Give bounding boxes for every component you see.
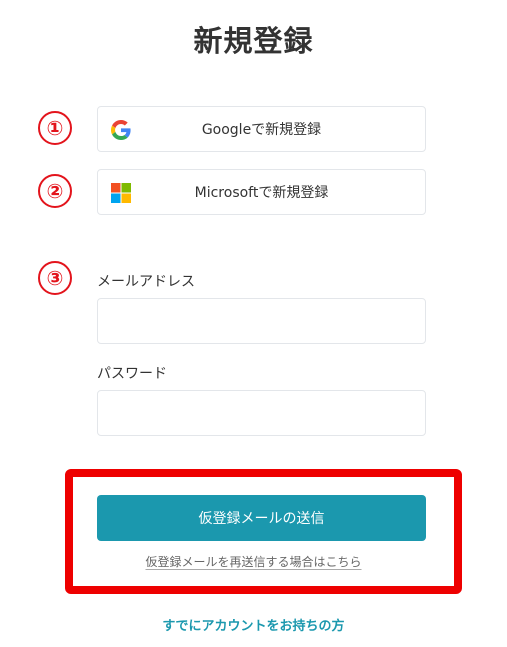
resend-email-link[interactable]: 仮登録メールを再送信する場合はこちら (145, 555, 361, 569)
existing-account-login-link[interactable]: すでにアカウントをお持ちの方 (162, 619, 344, 634)
resend-link-container: 仮登録メールを再送信する場合はこちら (0, 553, 507, 570)
google-icon (110, 119, 132, 141)
annotation-marker-1: ① (38, 111, 72, 145)
annotation-marker-2: ② (38, 174, 72, 208)
microsoft-icon (110, 182, 132, 204)
page-title: 新規登録 (193, 24, 314, 58)
google-signup-label: Googleで新規登録 (201, 122, 322, 138)
annotation-marker-3: ③ (38, 261, 72, 295)
google-signup-button[interactable]: Googleで新規登録 (97, 106, 426, 152)
microsoft-signup-label: Microsoftで新規登録 (194, 185, 329, 201)
signup-page: 新規登録 ① Googleで新規登録 ② Microsoftで新規登録 ③ メー… (0, 0, 507, 647)
send-provisional-email-button[interactable]: 仮登録メールの送信 (97, 495, 426, 541)
password-label: パスワード (97, 366, 167, 382)
microsoft-signup-button[interactable]: Microsoftで新規登録 (97, 169, 426, 215)
email-label: メールアドレス (97, 274, 195, 290)
login-link-container: すでにアカウントをお持ちの方 (0, 615, 507, 634)
email-input[interactable] (97, 298, 426, 344)
password-input[interactable] (97, 390, 426, 436)
